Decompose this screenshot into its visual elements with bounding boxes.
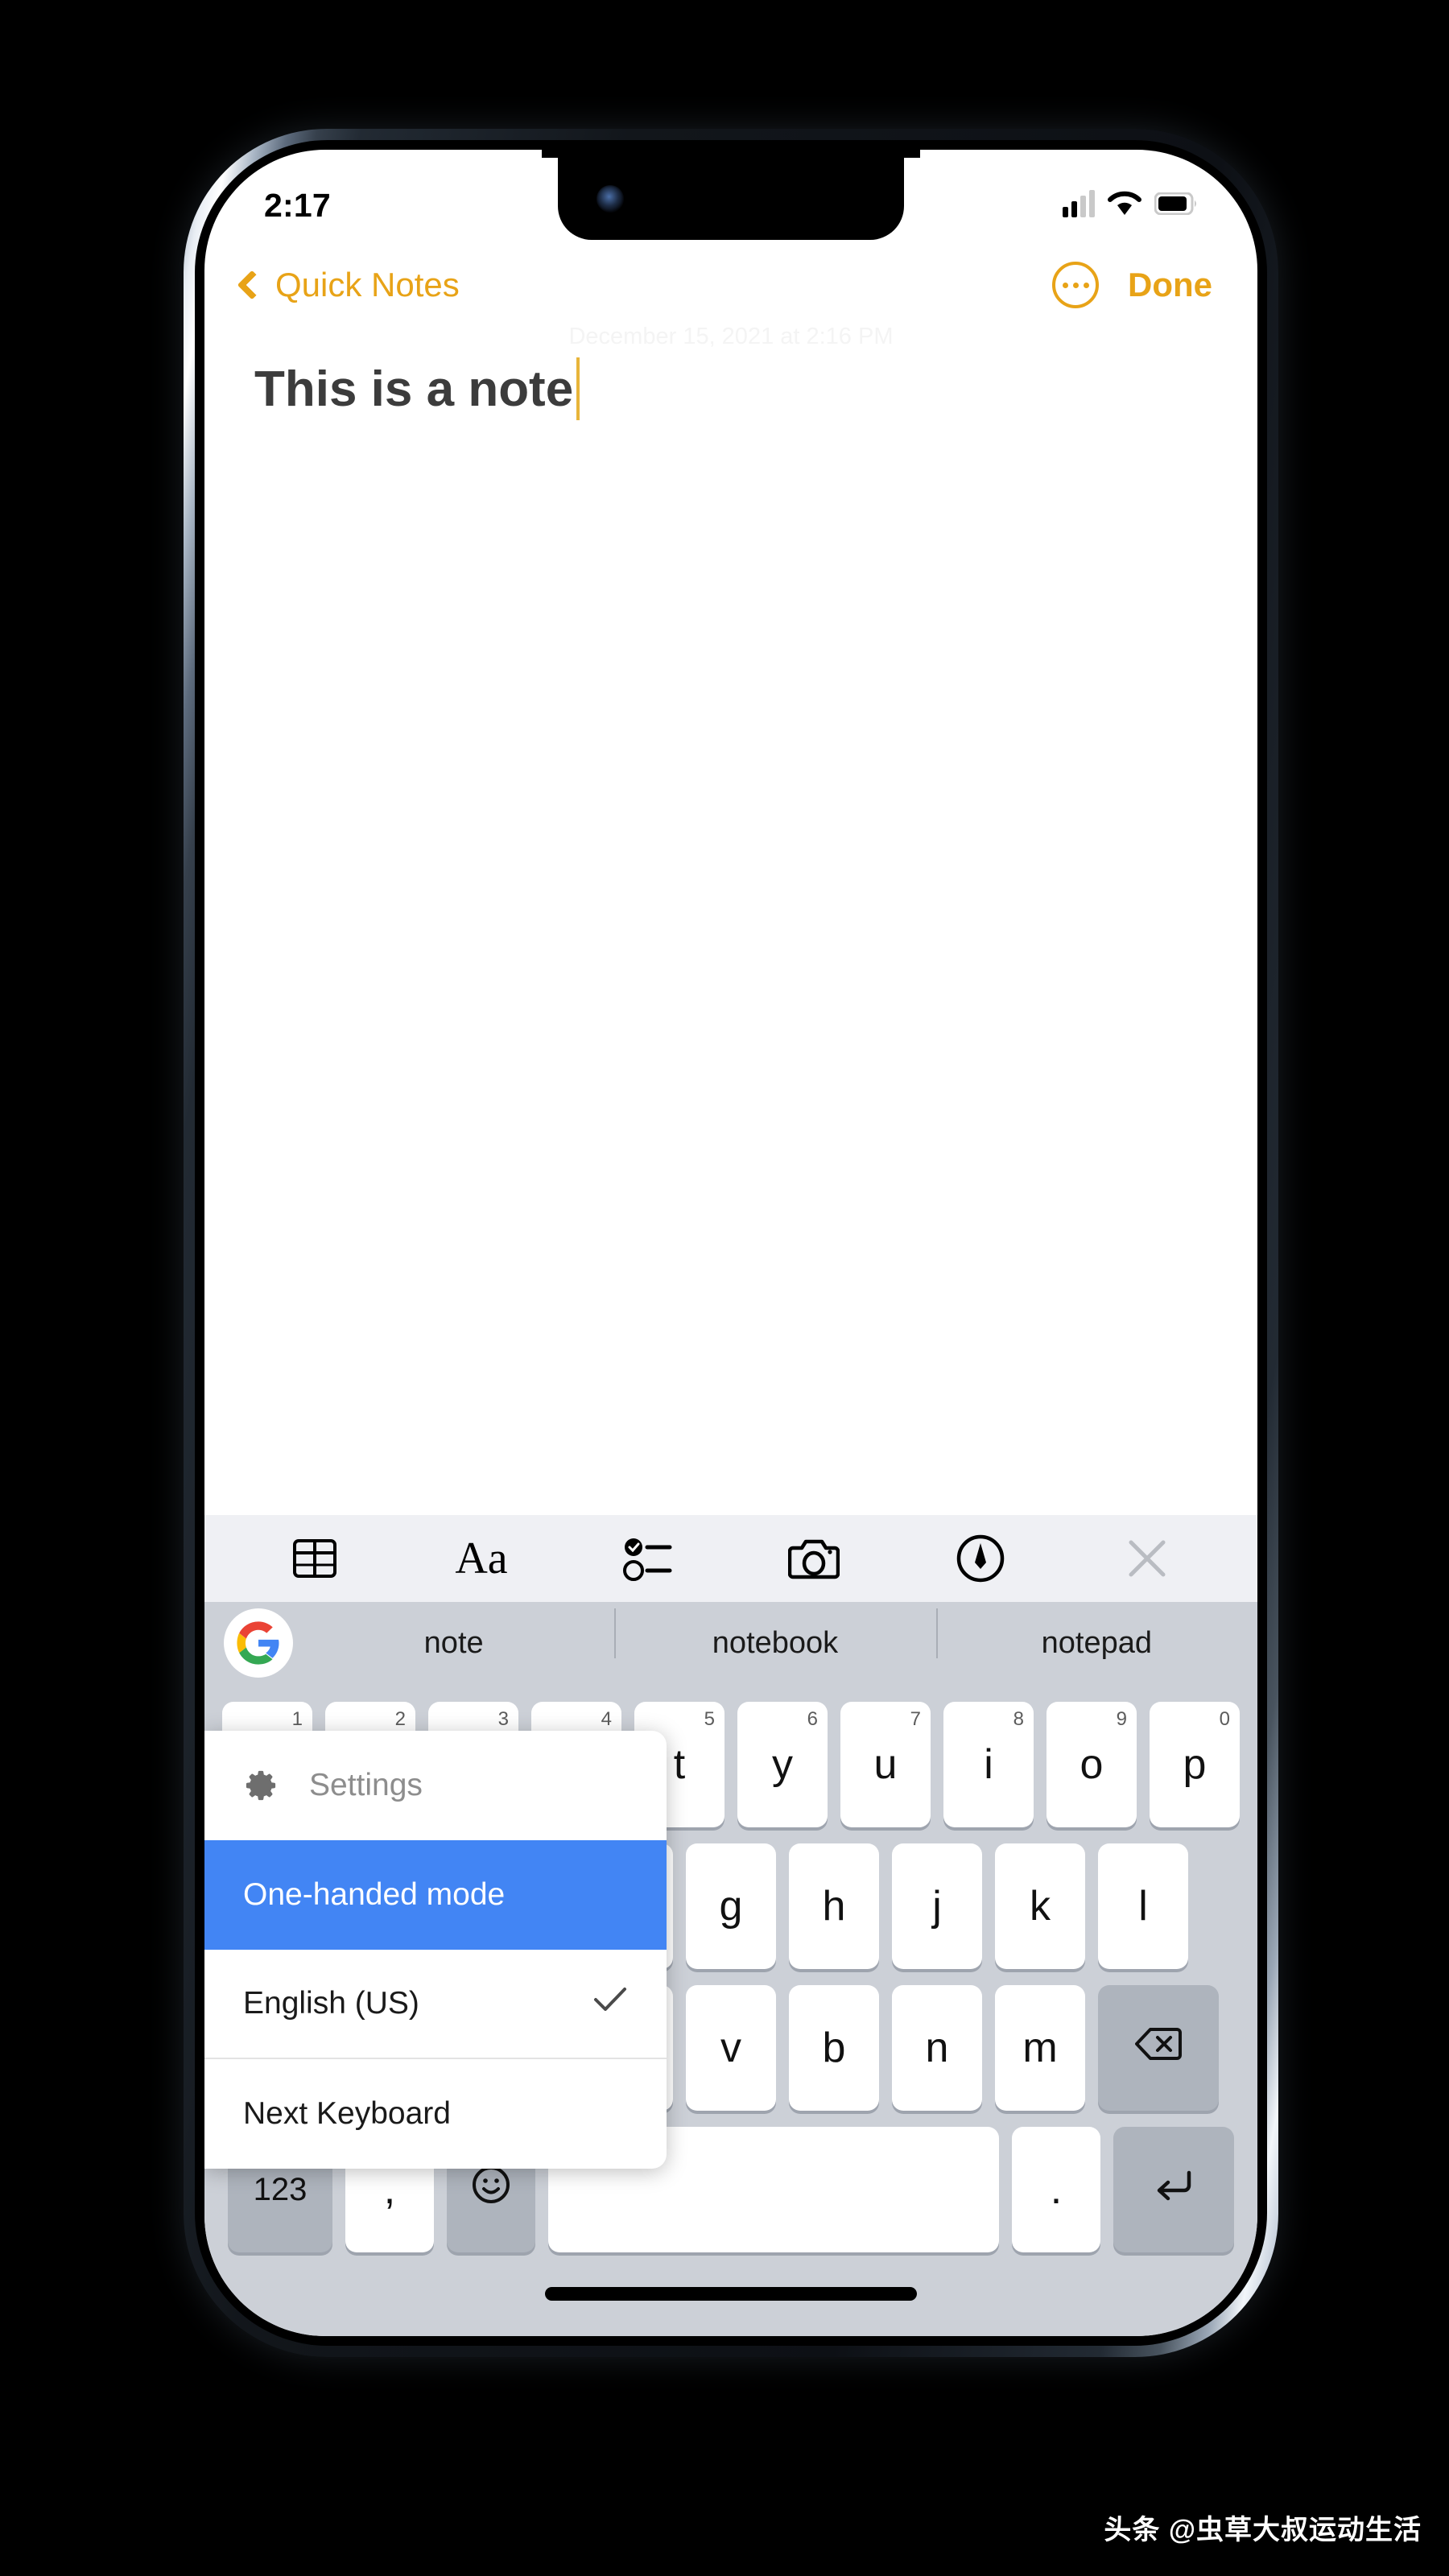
back-button[interactable]: Quick Notes: [242, 266, 460, 304]
key-label: 123: [254, 2172, 308, 2208]
key-b[interactable]: b: [789, 1985, 879, 2111]
key-number-label: 2: [395, 1708, 406, 1731]
more-dot: [1063, 283, 1068, 288]
close-x-icon[interactable]: [1113, 1524, 1182, 1593]
menu-item-one-handed-mode[interactable]: One-handed mode: [204, 1840, 667, 1950]
note-title-text[interactable]: This is a note: [254, 357, 580, 420]
key-label: k: [1030, 1882, 1051, 1930]
enter-key[interactable]: [1113, 2127, 1234, 2252]
menu-item-english-us[interactable]: English (US): [204, 1950, 667, 2059]
return-arrow-icon: [1154, 2165, 1194, 2214]
phone-frame: 2:17: [184, 129, 1278, 2357]
cellular-signal-icon: [1063, 193, 1095, 217]
key-p[interactable]: 0 p: [1150, 1702, 1240, 1827]
nav-right-actions: Done: [1052, 262, 1212, 308]
gear-icon: [243, 1768, 279, 1803]
key-u[interactable]: 7 u: [840, 1702, 931, 1827]
battery-icon: [1154, 192, 1198, 219]
key-j[interactable]: j: [892, 1843, 982, 1969]
menu-item-label: Settings: [309, 1768, 423, 1803]
notes-format-toolbar: Aa: [204, 1515, 1257, 1602]
watermark-text: 头条 @虫草大叔运动生活: [1104, 2508, 1422, 2547]
key-label: g: [720, 1882, 743, 1930]
wifi-icon: [1107, 190, 1142, 221]
key-o[interactable]: 9 o: [1046, 1702, 1137, 1827]
key-y[interactable]: 6 y: [737, 1702, 828, 1827]
checklist-icon[interactable]: [613, 1524, 683, 1593]
markup-pen-icon[interactable]: [946, 1524, 1015, 1593]
keyboard-options-menu: Settings One-handed mode English (US) Ne…: [204, 1731, 667, 2169]
menu-item-label: Next Keyboard: [243, 2096, 451, 2132]
key-k[interactable]: k: [995, 1843, 1085, 1969]
menu-item-label: One-handed mode: [243, 1877, 505, 1913]
note-title-value: This is a note: [254, 361, 573, 418]
key-label: m: [1022, 2024, 1057, 2072]
format-aa-label: Aa: [455, 1533, 507, 1584]
key-label: ,: [384, 2165, 395, 2214]
done-button[interactable]: Done: [1128, 266, 1212, 304]
phone-screen: 2:17: [204, 150, 1257, 2336]
backspace-icon: [1135, 2024, 1182, 2072]
checkmark-icon: [592, 1986, 628, 2021]
menu-item-settings[interactable]: Settings: [204, 1731, 667, 1840]
key-h[interactable]: h: [789, 1843, 879, 1969]
more-options-icon[interactable]: [1052, 262, 1099, 308]
key-v[interactable]: v: [686, 1985, 776, 2111]
key-l[interactable]: l: [1098, 1843, 1188, 1969]
key-label: j: [932, 1882, 942, 1930]
key-label: o: [1080, 1740, 1104, 1789]
notch: [558, 150, 904, 240]
text-caret: [576, 357, 580, 420]
key-label: h: [823, 1882, 846, 1930]
key-label: y: [772, 1740, 793, 1789]
key-label: i: [984, 1740, 993, 1789]
key-label: p: [1183, 1740, 1207, 1789]
key-label: b: [823, 2024, 846, 2072]
keyboard-suggestion-bar: note notebook notepad: [204, 1602, 1257, 1684]
table-icon[interactable]: [280, 1524, 349, 1593]
key-label: l: [1138, 1882, 1148, 1930]
key-number-label: 1: [292, 1708, 303, 1731]
more-dot: [1084, 283, 1089, 288]
navigation-bar: Quick Notes Done: [204, 240, 1257, 330]
key-number-label: 7: [910, 1708, 921, 1731]
status-time: 2:17: [264, 187, 331, 225]
delete-key[interactable]: [1098, 1985, 1219, 2111]
camera-icon[interactable]: [779, 1524, 848, 1593]
status-icons: [1063, 190, 1198, 221]
key-label: .: [1051, 2165, 1062, 2214]
key-m[interactable]: m: [995, 1985, 1085, 2111]
back-button-label: Quick Notes: [275, 266, 460, 304]
key-label: u: [874, 1740, 898, 1789]
key-label: v: [720, 2024, 741, 2072]
chevron-left-icon: [237, 270, 267, 300]
suggestion-item[interactable]: note: [293, 1626, 614, 1661]
key-number-label: 3: [498, 1708, 509, 1731]
key-number-label: 6: [807, 1708, 818, 1731]
format-aa-icon[interactable]: Aa: [447, 1524, 516, 1593]
front-camera-icon: [597, 185, 624, 213]
period-key[interactable]: .: [1012, 2127, 1100, 2252]
key-i[interactable]: 8 i: [943, 1702, 1034, 1827]
key-g[interactable]: g: [686, 1843, 776, 1969]
key-n[interactable]: n: [892, 1985, 982, 2111]
emoji-smiley-icon: [471, 2165, 511, 2215]
key-number-label: 5: [704, 1708, 715, 1731]
menu-item-next-keyboard[interactable]: Next Keyboard: [204, 2059, 667, 2169]
menu-item-label: English (US): [243, 1986, 419, 2021]
key-number-label: 0: [1220, 1708, 1230, 1731]
key-label: n: [926, 2024, 949, 2072]
key-number-label: 4: [601, 1708, 612, 1731]
home-indicator[interactable]: [545, 2287, 917, 2301]
suggestion-item[interactable]: notepad: [936, 1626, 1257, 1661]
key-label: t: [674, 1740, 685, 1789]
google-logo-icon[interactable]: [224, 1608, 293, 1678]
more-dot: [1073, 283, 1079, 288]
suggestion-item[interactable]: notebook: [614, 1626, 935, 1661]
key-number-label: 9: [1117, 1708, 1127, 1731]
key-number-label: 8: [1013, 1708, 1024, 1731]
